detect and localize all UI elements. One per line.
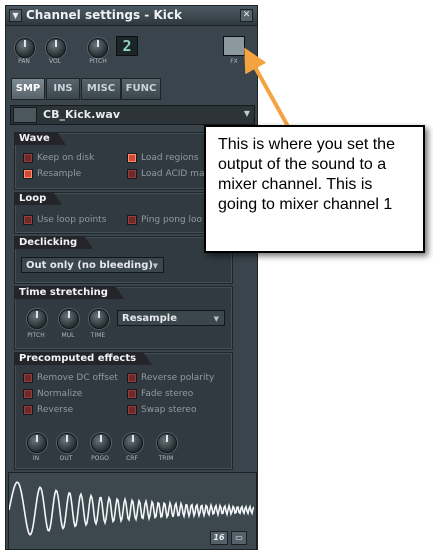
annotation-arrow <box>244 47 292 131</box>
annotation-callout: This is where you set the output of the … <box>204 125 425 253</box>
